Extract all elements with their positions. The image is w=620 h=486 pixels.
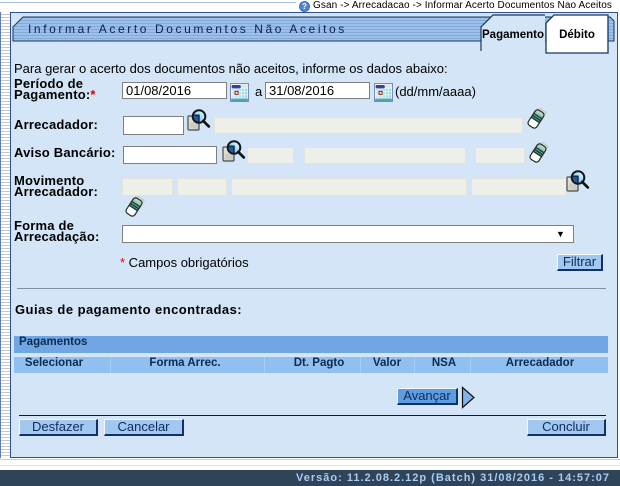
svg-text:?: ?: [302, 2, 307, 11]
